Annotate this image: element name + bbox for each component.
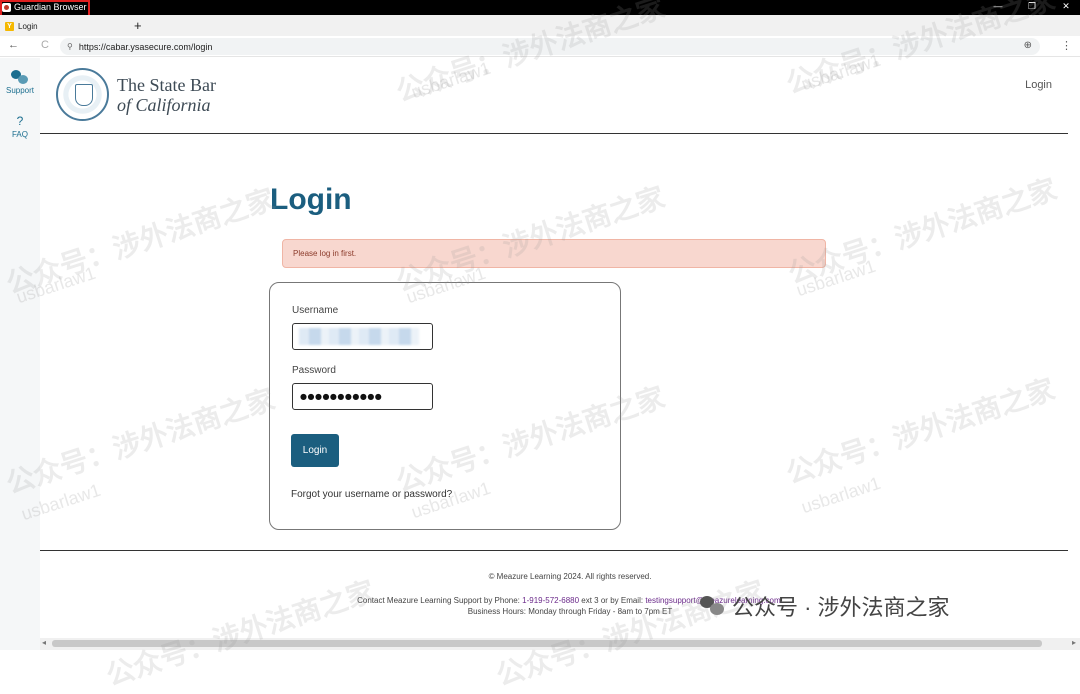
sidebar-item-support[interactable]: Support — [0, 70, 40, 95]
login-submit-button[interactable]: Login — [291, 434, 339, 467]
password-label: Password — [292, 365, 336, 376]
sidebar-item-faq[interactable]: ? FAQ — [0, 114, 40, 139]
zoom-icon[interactable]: ⊕ — [1024, 40, 1032, 51]
restore-icon[interactable]: ❐ — [1026, 1, 1038, 12]
business-hours: Business Hours: Monday through Friday - … — [467, 607, 673, 616]
reload-icon[interactable]: C — [41, 39, 49, 51]
address-bar[interactable]: ⚲ https://cabar.ysasecure.com/login ⊕ — [60, 38, 1040, 55]
support-email-link[interactable]: testingsupport@meazurelearning.com — [645, 596, 780, 605]
question-mark-icon: ? — [16, 114, 24, 128]
back-arrow-icon[interactable]: ← — [8, 39, 19, 51]
tab-strip: Y Login + — [0, 15, 1080, 36]
contact-middle: ext 3 or by Email: — [579, 596, 646, 605]
window-title-text: Guardian Browser — [14, 2, 87, 12]
support-sidebar: Support ? FAQ — [0, 58, 40, 650]
minimize-icon[interactable]: — — [992, 1, 1004, 12]
site-header: The State Bar of California Login — [40, 58, 1068, 134]
footer-copyright: © Meazure Learning 2024. All rights rese… — [488, 572, 652, 581]
sidebar-item-label: FAQ — [11, 130, 28, 139]
header-login-link[interactable]: Login — [1025, 79, 1052, 91]
brand-name-line1: The State Bar — [117, 75, 216, 95]
window-controls: — ❐ ✕ — [992, 1, 1072, 12]
scroll-right-icon[interactable]: ▸ — [1072, 638, 1076, 647]
scroll-left-icon[interactable]: ◂ — [42, 638, 46, 647]
sidebar-item-label: Support — [5, 86, 35, 95]
password-field[interactable]: ●●●●●●●●●●● — [292, 383, 433, 410]
username-label: Username — [292, 305, 339, 316]
tab-login[interactable]: Y Login — [0, 17, 118, 36]
guardian-app-icon — [2, 2, 11, 12]
contact-prefix: Contact Meazure Learning Support by Phon… — [357, 596, 523, 605]
support-phone-link[interactable]: 1-919-572-6880 — [522, 596, 579, 605]
horizontal-scrollbar[interactable]: ◂ ▸ — [40, 638, 1080, 650]
site-favicon-icon: Y — [5, 22, 14, 31]
tab-label: Login — [18, 22, 38, 31]
brand-name-line2: of California — [117, 95, 211, 115]
navigation-bar: ← C ⚲ https://cabar.ysasecure.com/login … — [0, 36, 1080, 57]
page-content: The State Bar of California Login Login … — [40, 58, 1070, 638]
page-title: Login — [270, 183, 352, 216]
username-field[interactable] — [292, 323, 433, 350]
close-icon[interactable]: ✕ — [1060, 1, 1072, 12]
forgot-credentials-link[interactable]: Forgot your username or password? — [291, 489, 452, 500]
browser-menu-icon[interactable]: ⋮ — [1061, 39, 1072, 52]
url-text[interactable]: https://cabar.ysasecure.com/login — [79, 42, 213, 52]
login-required-alert: Please log in first. — [282, 239, 826, 268]
window-title: Guardian Browser — [2, 2, 87, 12]
login-form-card: Username Password ●●●●●●●●●●● Login Forg… — [269, 282, 621, 530]
footer-divider — [40, 550, 1068, 551]
footer-contact: Contact Meazure Learning Support by Phon… — [40, 595, 1080, 617]
chat-bubbles-icon — [11, 70, 29, 84]
state-bar-seal-logo — [56, 68, 109, 121]
scrollbar-thumb[interactable] — [52, 640, 1042, 647]
contact-suffix: ! — [780, 596, 783, 605]
os-title-bar: Guardian Browser — ❐ ✕ — [0, 0, 1080, 15]
contact-line: Contact Meazure Learning Support by Phon… — [40, 595, 1080, 606]
new-tab-button[interactable]: + — [134, 18, 142, 33]
site-info-icon[interactable]: ⚲ — [67, 42, 73, 51]
